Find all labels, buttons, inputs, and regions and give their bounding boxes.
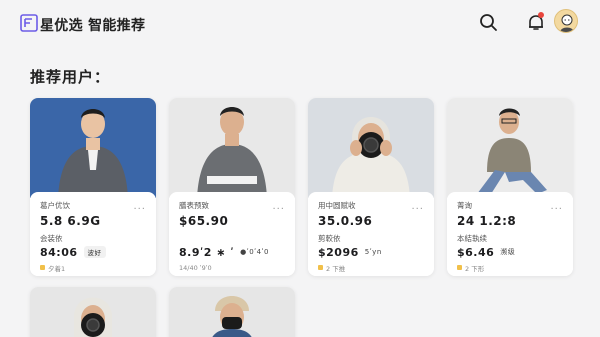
card-label: 用中圆赋收: [318, 201, 356, 210]
search-button[interactable]: [478, 12, 500, 34]
user-card-3[interactable]: 用中圆赋收 35.0.96 剪較依 $2096 5ʹyn 2 下推 ···: [308, 98, 434, 276]
card-footer: 夕着1: [40, 263, 146, 273]
card-sub: 濒级: [500, 248, 516, 256]
card-value-2: 84:06 波好: [40, 245, 146, 259]
card-footer-text: 2 下形: [465, 264, 485, 273]
card-value-2: $6.46 濒级: [457, 245, 563, 259]
card-value-2-text: 8.9ʹ2 ∗ ʹ: [179, 245, 235, 259]
card-footer: 2 下形: [457, 263, 563, 273]
avatar[interactable]: [554, 9, 578, 33]
card-label: 膳表预致: [179, 201, 209, 210]
app-title: 星优选 智能推荐: [40, 18, 146, 34]
card-footer-text: 2 下推: [326, 264, 346, 273]
card-footer-text: 夕着1: [48, 264, 66, 273]
card-value-2: 8.9ʹ2 ∗ ʹ ●ʹ0ʹ4ʹ0: [179, 245, 285, 259]
card-value: 35.0.96: [318, 214, 373, 228]
user-photo: [30, 98, 156, 198]
status-icon: [318, 265, 323, 270]
more-button[interactable]: ···: [411, 204, 424, 215]
card-label-2: 剪較依: [318, 234, 341, 243]
card-tag: 波好: [83, 246, 106, 258]
card-value-2-text: $2096: [318, 245, 359, 259]
user-avatar-icon: [560, 14, 574, 32]
more-button[interactable]: ···: [272, 204, 285, 215]
card-value: 5.8 6.9G: [40, 214, 101, 228]
card-label-2: 本結執续: [457, 234, 487, 243]
card-sub: ●ʹ0ʹ4ʹ0: [240, 248, 269, 256]
user-photo: [30, 287, 156, 337]
section-title: 推荐用户：: [30, 68, 111, 86]
user-card-2[interactable]: 膳表预致 $65.90 8.9ʹ2 ∗ ʹ ●ʹ0ʹ4ʹ0 14/40 ʹ9ʹ0…: [169, 98, 295, 276]
user-card-6[interactable]: [169, 287, 295, 337]
card-label: 葛户优饮: [40, 201, 70, 210]
card-value: $65.90: [179, 214, 229, 228]
user-card-1[interactable]: 葛户优饮 5.8 6.9G 会装依 84:06 波好 夕着1 ···: [30, 98, 156, 276]
user-photo: [169, 98, 295, 198]
top-bar: 星优选 智能推荐: [0, 0, 600, 48]
search-icon: [480, 14, 497, 31]
user-photo: [169, 287, 295, 337]
more-button[interactable]: ···: [550, 204, 563, 215]
card-label-2: 会装依: [40, 234, 63, 243]
status-icon: [40, 265, 45, 270]
logo-icon: [20, 14, 38, 32]
card-label: 菁询: [457, 201, 472, 210]
card-value: 24 1.2:8: [457, 214, 517, 228]
card-footer-text: 14/40 ʹ9ʹ0: [179, 263, 212, 272]
card-footer: 14/40 ʹ9ʹ0: [179, 263, 285, 272]
card-footer: 2 下推: [318, 263, 424, 273]
card-value-2-text: $6.46: [457, 245, 495, 259]
user-photo: [447, 98, 573, 198]
notification-dot: [538, 12, 544, 18]
card-label-2: [179, 233, 285, 243]
more-button[interactable]: ···: [133, 204, 146, 215]
card-value-2: $2096 5ʹyn: [318, 245, 424, 259]
card-value-2-text: 84:06: [40, 245, 78, 259]
user-card-4[interactable]: 菁询 24 1.2:8 本結執续 $6.46 濒级 2 下形 ···: [447, 98, 573, 276]
user-photo: [308, 98, 434, 198]
card-sub: 5ʹyn: [364, 248, 382, 256]
status-icon: [457, 265, 462, 270]
user-card-5[interactable]: [30, 287, 156, 337]
